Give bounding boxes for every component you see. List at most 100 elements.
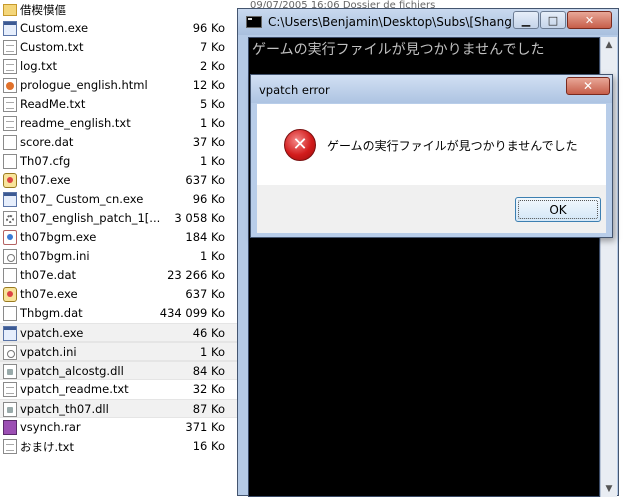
console-app-icon[interactable] [246, 16, 262, 28]
file-size: 2 Ko [200, 59, 225, 73]
error-icon: ✕ [284, 129, 316, 161]
thexe-file-icon [3, 173, 17, 188]
file-name: th07_english_patch_1[... [20, 211, 161, 225]
console-titlebar[interactable]: C:\Users\Benjamin\Desktop\Subs\[Shanghai… [238, 9, 618, 35]
file-row[interactable]: th07e.dat 23 266 Ko [0, 266, 237, 285]
txt-file-icon [3, 97, 17, 112]
file-row[interactable]: 借楔慔傴 [0, 0, 237, 19]
file-list: 借楔慔傴 Custom.exe 96 Ko Custom.txt 7 Ko log.txt… [0, 0, 237, 496]
ok-button[interactable]: OK [515, 197, 601, 222]
file-name: ReadMe.txt [20, 97, 86, 111]
file-size: 1 Ko [200, 116, 225, 130]
file-row[interactable]: Custom.exe 96 Ko [0, 19, 237, 38]
dat-file-icon [3, 135, 17, 150]
file-size: 1 Ko [200, 345, 225, 359]
file-row[interactable]: th07bgm.exe 184 Ko [0, 228, 237, 247]
file-row[interactable]: Th07.cfg 1 Ko [0, 152, 237, 171]
html-file-icon [3, 78, 17, 93]
file-name: vpatch_readme.txt [20, 382, 129, 396]
file-name: vpatch_alcostg.dll [20, 364, 124, 378]
file-row[interactable]: vpatch.exe 46 Ko [0, 323, 237, 342]
dat-file-icon [3, 306, 17, 321]
file-size: 87 Ko [192, 402, 225, 416]
file-row[interactable]: vpatch.ini 1 Ko [0, 342, 237, 361]
file-name: th07_ Custom_cn.exe [20, 192, 144, 206]
file-size: 637 Ko [185, 287, 225, 301]
file-size: 46 Ko [192, 326, 225, 340]
dat-file-icon [3, 268, 17, 283]
file-size: 12 Ko [192, 78, 225, 92]
file-name: prologue_english.html [20, 78, 148, 92]
dialog-content: ✕ ゲームの実行ファイルが見つかりませんでした [257, 104, 606, 185]
txt-file-icon [3, 40, 17, 55]
file-row[interactable]: Custom.txt 7 Ko [0, 38, 237, 57]
file-name: Custom.exe [20, 21, 89, 35]
dialog-footer: OK [257, 185, 606, 233]
file-size: 23 266 Ko [167, 268, 225, 282]
dialog-message: ゲームの実行ファイルが見つかりませんでした [327, 139, 578, 153]
file-row[interactable]: おまけ.txt 16 Ko [0, 437, 237, 456]
file-size: 371 Ko [185, 420, 225, 434]
scroll-up-arrow-icon[interactable]: ▲ [603, 39, 615, 51]
file-row[interactable]: th07bgm.ini 1 Ko [0, 247, 237, 266]
file-name: th07e.exe [20, 287, 78, 301]
console-close-button[interactable]: ✕ [567, 11, 612, 29]
file-name: log.txt [20, 59, 58, 73]
file-row[interactable]: vsynch.rar 371 Ko [0, 418, 237, 437]
file-name: readme_english.txt [20, 116, 131, 130]
file-name: th07.exe [20, 173, 71, 187]
scroll-down-arrow-icon[interactable]: ▼ [603, 483, 615, 495]
file-name: vpatch_th07.dll [20, 402, 109, 416]
console-output-text: ゲームの実行ファイルが見つかりませんでした [252, 42, 545, 58]
file-name: Th07.cfg [20, 154, 71, 168]
gear-file-icon [3, 211, 17, 226]
file-row[interactable]: log.txt 2 Ko [0, 57, 237, 76]
exe-file-icon [3, 21, 17, 36]
txt-file-icon [3, 382, 17, 397]
file-size: 96 Ko [192, 192, 225, 206]
file-row[interactable]: th07e.exe 637 Ko [0, 285, 237, 304]
exe-file-icon [3, 326, 17, 341]
file-size: 16 Ko [192, 439, 225, 453]
dat-file-icon [3, 154, 17, 169]
minimize-button[interactable]: ▁ [513, 11, 539, 29]
file-row[interactable]: score.dat 37 Ko [0, 133, 237, 152]
file-row[interactable]: ReadMe.txt 5 Ko [0, 95, 237, 114]
file-row[interactable]: th07_ Custom_cn.exe 96 Ko [0, 190, 237, 209]
file-size: 84 Ko [192, 364, 225, 378]
dialog-titlebar[interactable]: vpatch error ✕ [251, 75, 612, 103]
file-row[interactable]: th07_english_patch_1[... 3 058 Ko [0, 209, 237, 228]
file-size: 5 Ko [200, 97, 225, 111]
file-size: 7 Ko [200, 40, 225, 54]
dll-file-icon [3, 364, 17, 379]
file-row[interactable]: vpatch_alcostg.dll 84 Ko [0, 361, 237, 380]
console-title: C:\Users\Benjamin\Desktop\Subs\[Shanghai [268, 15, 531, 29]
txt-file-icon [3, 116, 17, 131]
file-name: th07bgm.ini [20, 249, 90, 263]
file-row[interactable]: readme_english.txt 1 Ko [0, 114, 237, 133]
txt-file-icon [3, 439, 17, 454]
file-name: th07bgm.exe [20, 230, 97, 244]
file-size: 637 Ko [185, 173, 225, 187]
file-name: Thbgm.dat [20, 306, 83, 320]
dll-file-icon [3, 402, 17, 417]
ini-file-icon [3, 249, 17, 264]
file-row[interactable]: vpatch_readme.txt 32 Ko [0, 380, 237, 399]
file-name: th07e.dat [20, 268, 77, 282]
file-row[interactable]: prologue_english.html 12 Ko [0, 76, 237, 95]
dialog-close-button[interactable]: ✕ [566, 77, 610, 95]
file-size: 32 Ko [192, 382, 225, 396]
ini-file-icon [3, 345, 17, 360]
file-size: 3 058 Ko [174, 211, 225, 225]
rar-file-icon [3, 420, 17, 435]
error-dialog: vpatch error ✕ ✕ ゲームの実行ファイルが見つかりませんでした O… [250, 74, 613, 238]
file-name: score.dat [20, 135, 74, 149]
maximize-button[interactable]: □ [540, 11, 566, 29]
file-row[interactable]: th07.exe 637 Ko [0, 171, 237, 190]
file-size: 1 Ko [200, 249, 225, 263]
file-row[interactable]: vpatch_th07.dll 87 Ko [0, 399, 237, 418]
file-row[interactable]: Thbgm.dat 434 099 Ko [0, 304, 237, 323]
file-name: vsynch.rar [20, 420, 81, 434]
file-size: 434 099 Ko [159, 306, 225, 320]
file-size: 37 Ko [192, 135, 225, 149]
